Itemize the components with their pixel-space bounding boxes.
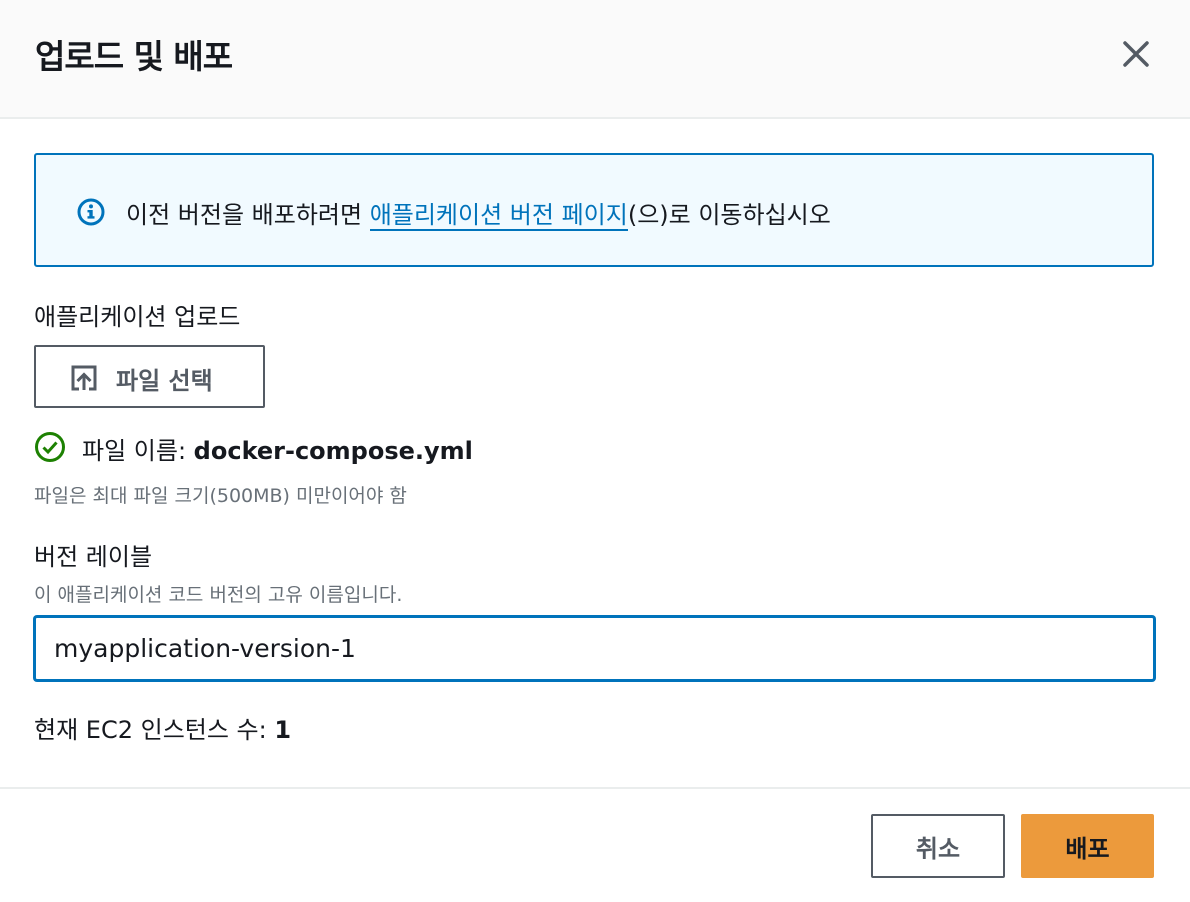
info-message: 이전 버전을 배포하려면 애플리케이션 버전 페이지(으)로 이동하십시오	[126, 195, 831, 231]
cancel-button[interactable]: 취소	[871, 814, 1005, 878]
choose-file-label: 파일 선택	[116, 367, 213, 395]
version-label: 버전 레이블	[34, 543, 153, 571]
info-alert: 이전 버전을 배포하려면 애플리케이션 버전 페이지(으)로 이동하십시오	[34, 153, 1154, 267]
version-label-input[interactable]	[34, 616, 1155, 681]
info-text-after: (으)로 이동하십시오	[627, 201, 831, 229]
file-constraint-text: 파일은 최대 파일 크기(500MB) 미만이어야 함	[34, 485, 407, 507]
upload-deploy-modal: 업로드 및 배포 이전 버전을 배포하려면 애플리케이션 버전 페이지(으)로 …	[0, 0, 1190, 902]
footer-divider	[0, 787, 1190, 789]
file-name-text: 파일 이름: docker-compose.yml	[82, 431, 473, 466]
upload-icon	[71, 365, 97, 391]
version-description: 이 애플리케이션 코드 버전의 고유 이름입니다.	[34, 584, 403, 606]
modal-title: 업로드 및 배포	[35, 37, 233, 76]
file-name-label: 파일 이름:	[82, 437, 194, 465]
info-text-before: 이전 버전을 배포하려면	[126, 201, 370, 229]
close-button[interactable]	[1116, 34, 1156, 74]
upload-label: 애플리케이션 업로드	[34, 303, 241, 331]
close-icon	[1123, 41, 1149, 67]
instance-count-value: 1	[274, 716, 292, 744]
instance-count-label: 현재 EC2 인스턴스 수:	[34, 716, 275, 744]
info-icon	[77, 198, 105, 226]
choose-file-button[interactable]: 파일 선택	[34, 345, 265, 408]
modal-header: 업로드 및 배포	[0, 0, 1190, 119]
deploy-button[interactable]: 배포	[1021, 814, 1154, 878]
instance-count-text: 현재 EC2 인스턴스 수: 1	[34, 710, 291, 745]
file-name-value: docker-compose.yml	[193, 437, 473, 465]
application-versions-link[interactable]: 애플리케이션 버전 페이지	[369, 201, 628, 231]
check-circle-icon	[35, 432, 65, 462]
